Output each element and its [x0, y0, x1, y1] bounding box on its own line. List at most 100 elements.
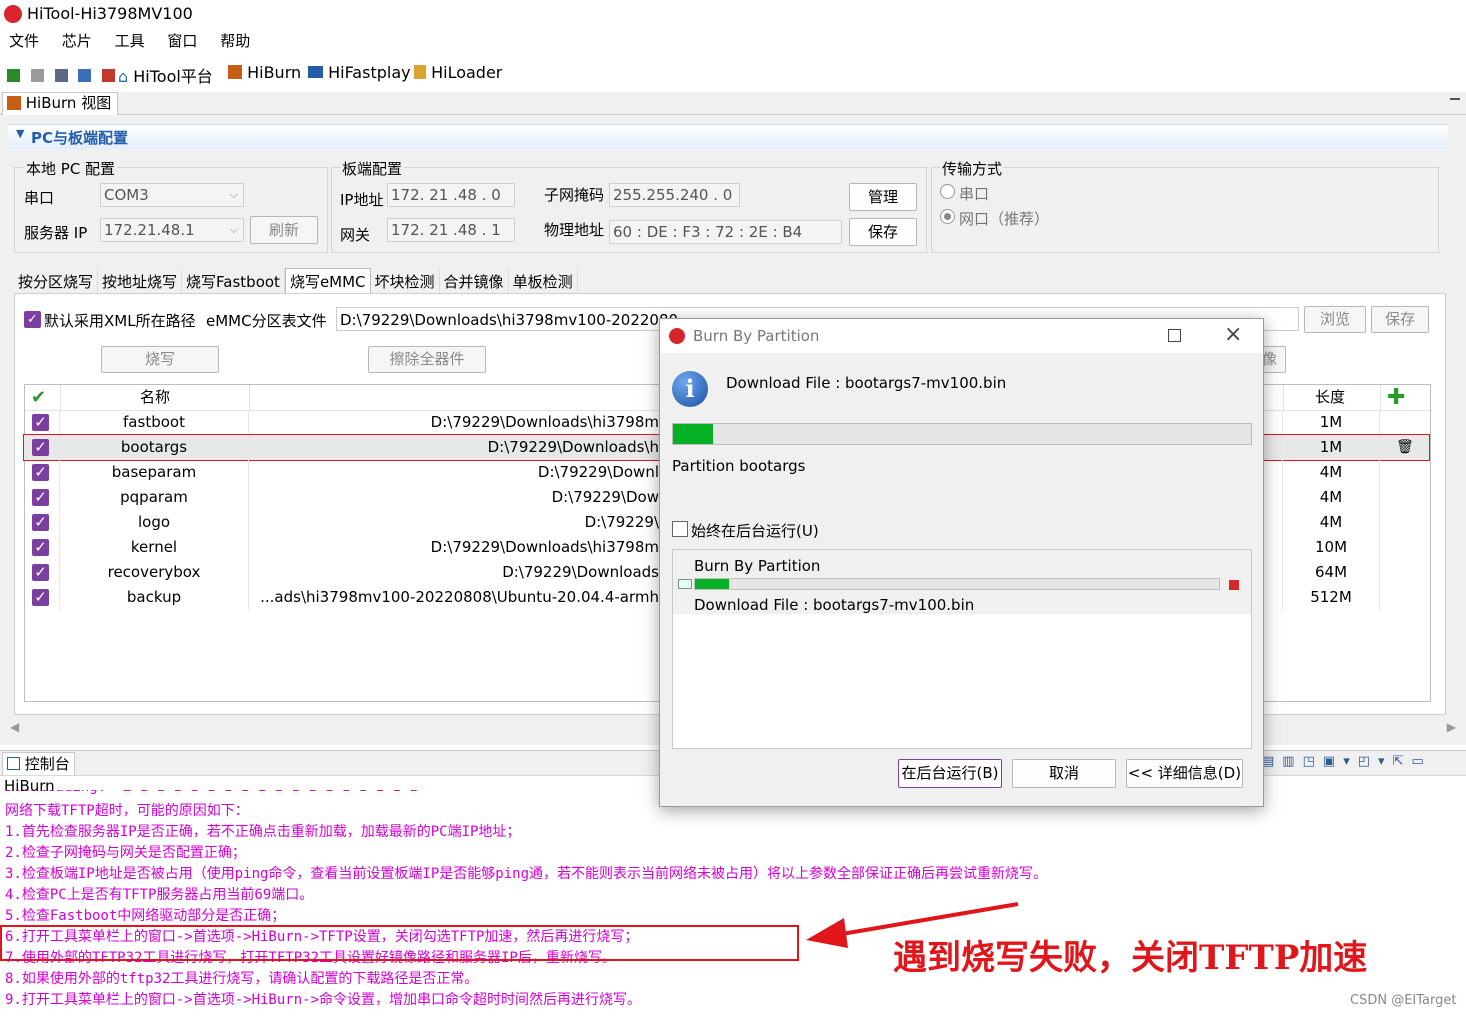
- tab-burn-emmc[interactable]: 烧写eMMC: [284, 268, 371, 294]
- partition-file: D:\79229\: [584, 513, 659, 531]
- job-message: Download File : bootargs7-mv100.bin: [694, 596, 975, 614]
- pin-console-icon[interactable]: ◳: [1303, 754, 1323, 769]
- check-all-icon[interactable]: ✔: [31, 385, 46, 410]
- minimize-console-icon[interactable]: ▭: [1411, 754, 1431, 769]
- menu-window[interactable]: 窗口: [167, 32, 197, 50]
- tab-merge-image[interactable]: 合并镜像: [440, 269, 509, 294]
- main-toolbar: ⌂ HiTool平台 HiBurn HiFastplay HiLoader: [0, 60, 1466, 86]
- tab-burn-by-address[interactable]: 按地址烧写: [98, 269, 183, 294]
- close-icon[interactable]: ×: [1224, 322, 1242, 347]
- collapse-icon[interactable]: ▼: [16, 127, 24, 140]
- board-title: 板端配置: [340, 158, 405, 179]
- scroll-right-icon[interactable]: ▶: [1447, 720, 1456, 734]
- highlight-box: [0, 925, 799, 961]
- mac-label: 物理地址: [544, 221, 605, 239]
- row-checkbox[interactable]: ✓: [32, 489, 49, 506]
- tab-burn-by-partition[interactable]: 按分区烧写: [14, 269, 99, 294]
- local-pc-title: 本地 PC 配置: [24, 158, 118, 179]
- row-checkbox[interactable]: ✓: [32, 414, 49, 431]
- hifastplay-icon: [308, 66, 323, 78]
- console-output: Downloading: *Ш I I I I I I I I I I I I …: [0, 790, 1466, 1018]
- watermark: CSDN @EITarget: [1350, 993, 1457, 1008]
- console-line: 1.首先检查服务器IP是否正确，若不正确点击重新加载，加载最新的PC端IP地址；: [5, 824, 521, 840]
- column-length: 长度: [1315, 388, 1346, 406]
- manage-button[interactable]: 管理: [849, 183, 917, 211]
- delete-row-icon[interactable]: 🗑: [1396, 435, 1414, 460]
- burn-dialog: Burn By Partition × i Download File : bo…: [659, 318, 1264, 807]
- view-tab-bar: HiBurn 视图: [0, 92, 1466, 115]
- tab-bad-block[interactable]: 坏块检测: [371, 269, 440, 294]
- tab-burn-fastboot[interactable]: 烧写Fastboot: [182, 269, 285, 294]
- connect-icon[interactable]: [7, 69, 20, 82]
- scroll-lock-icon[interactable]: ▥: [1282, 754, 1302, 769]
- board-icon[interactable]: [54, 69, 68, 82]
- erase-all-button[interactable]: 擦除全器件: [368, 346, 486, 373]
- board-ip-field[interactable]: 172. 21 .48 . 0: [387, 183, 515, 207]
- menu-chip[interactable]: 芯片: [62, 32, 92, 50]
- details-button[interactable]: << 详细信息(D): [1126, 759, 1243, 788]
- partition-length: 1M: [1319, 438, 1343, 456]
- row-checkbox[interactable]: ✓: [32, 514, 49, 531]
- row-checkbox[interactable]: ✓: [32, 564, 49, 581]
- partition-name: logo: [137, 513, 171, 531]
- display-console-icon[interactable]: ▣: [1323, 754, 1343, 769]
- maximize-icon[interactable]: [1168, 329, 1181, 342]
- menu-help[interactable]: 帮助: [220, 32, 250, 50]
- new-console-icon[interactable]: ◰: [1358, 754, 1378, 769]
- server-ip-select[interactable]: 172.21.48.1 ⌵: [100, 218, 244, 242]
- row-checkbox[interactable]: ✓: [32, 539, 49, 556]
- dialog-logo-icon: [669, 328, 685, 344]
- row-checkbox[interactable]: ✓: [32, 589, 49, 606]
- xml-path-checkbox[interactable]: ✓: [24, 311, 41, 328]
- scroll-left-icon[interactable]: ◀: [10, 720, 19, 734]
- terminal-icon[interactable]: [78, 69, 92, 82]
- title-bar: HiTool-Hi3798MV100: [0, 0, 1466, 28]
- menu-file[interactable]: 文件: [9, 32, 39, 50]
- disconnect-icon[interactable]: [30, 69, 44, 82]
- row-checkbox[interactable]: ✓: [32, 439, 49, 456]
- tab-console[interactable]: 控制台: [2, 752, 75, 775]
- menu-tools[interactable]: 工具: [115, 32, 145, 50]
- radio-network[interactable]: [940, 209, 955, 224]
- console-line: 3.检查板端IP地址是否被占用（使用ping命令，查看当前设置板端IP是否能够p…: [5, 866, 1047, 882]
- console-menu2-icon[interactable]: ▾: [1378, 754, 1393, 769]
- partition-length: 4M: [1319, 488, 1343, 506]
- subnet-mask-field[interactable]: 255.255.240 . 0: [609, 183, 740, 207]
- emmc-save-button[interactable]: 保存: [1371, 306, 1429, 333]
- browse-button[interactable]: 浏览: [1304, 306, 1366, 333]
- run-in-background-button[interactable]: 在后台运行(B): [898, 759, 1002, 788]
- toolbar-hiburn[interactable]: HiBurn: [228, 63, 301, 82]
- gateway-field[interactable]: 172. 21 .48 . 1: [387, 218, 515, 242]
- toolbar-hitool[interactable]: ⌂ HiTool平台: [118, 63, 213, 87]
- open-console-icon[interactable]: ⇱: [1393, 754, 1412, 769]
- clear-console-icon[interactable]: ▤: [1262, 754, 1282, 769]
- cancel-button[interactable]: 取消: [1012, 759, 1116, 788]
- xml-path-label: 默认采用XML所在路径: [44, 312, 196, 330]
- run-background-checkbox[interactable]: [672, 521, 688, 537]
- section-header[interactable]: ▼ PC与板端配置: [8, 124, 1448, 149]
- info-icon: i: [672, 371, 708, 407]
- transfer-icon[interactable]: [102, 69, 116, 82]
- board-save-button[interactable]: 保存: [849, 218, 917, 246]
- partition-length: 4M: [1319, 463, 1343, 481]
- toolbar-hifastplay[interactable]: HiFastplay: [308, 63, 411, 82]
- hiburn-view-icon: [7, 96, 21, 110]
- section-title: PC与板端配置: [31, 129, 129, 147]
- tab-hiburn-view[interactable]: HiBurn 视图: [2, 92, 119, 115]
- partition-name: kernel: [130, 538, 178, 556]
- radio-serial[interactable]: [940, 184, 955, 199]
- refresh-button[interactable]: 刷新: [250, 216, 318, 244]
- partition-file: D:\79229\Dow: [551, 488, 659, 506]
- toolbar-hiloader[interactable]: HiLoader: [414, 63, 502, 82]
- add-row-icon[interactable]: ✚: [1387, 385, 1405, 410]
- dialog-message: Download File : bootargs7-mv100.bin: [726, 374, 1007, 392]
- stop-job-icon[interactable]: [1229, 580, 1239, 590]
- row-checkbox[interactable]: ✓: [32, 464, 49, 481]
- subnet-mask-label: 子网掩码: [544, 186, 605, 204]
- serial-select[interactable]: COM3 ⌵: [100, 183, 244, 207]
- tab-board-check[interactable]: 单板检测: [509, 269, 578, 294]
- console-menu-icon[interactable]: ▾: [1343, 754, 1358, 769]
- minimize-view-icon[interactable]: [1450, 98, 1460, 100]
- mac-field[interactable]: 60 : DE : F3 : 72 : 2E : B4: [609, 220, 842, 244]
- burn-button[interactable]: 烧写: [101, 346, 219, 373]
